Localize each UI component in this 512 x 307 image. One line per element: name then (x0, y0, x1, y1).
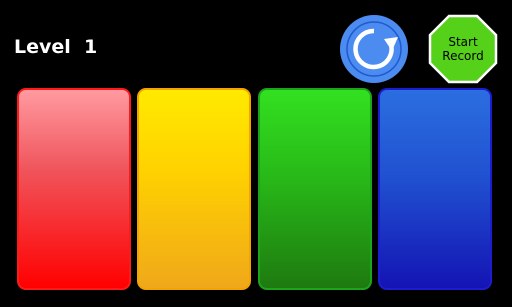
restart-button[interactable] (340, 15, 408, 83)
green-pad[interactable] (258, 88, 372, 290)
blue-pad[interactable] (378, 88, 492, 290)
yellow-pad[interactable] (137, 88, 251, 290)
level-label: Level 1 (14, 36, 98, 58)
start-record-label: Start Record (442, 35, 484, 63)
refresh-icon (346, 21, 402, 77)
start-record-button[interactable]: Start Record (428, 14, 498, 84)
red-pad[interactable] (17, 88, 131, 290)
